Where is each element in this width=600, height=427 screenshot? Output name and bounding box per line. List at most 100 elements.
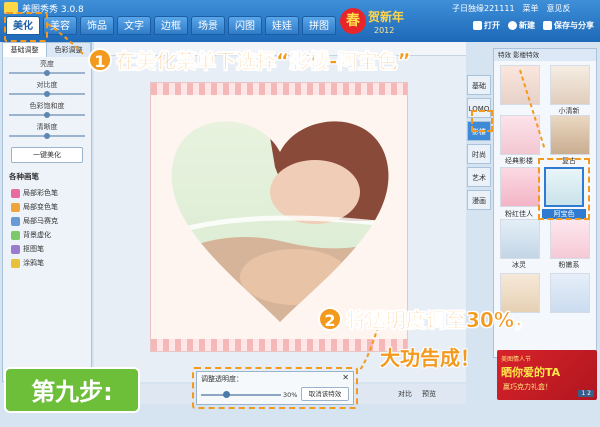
tab-accessory[interactable]: 饰品 [80, 16, 114, 35]
promo-pager[interactable]: 1 2 [578, 390, 594, 397]
compare-button[interactable]: 对比 [398, 389, 412, 399]
contrast-knob[interactable] [44, 91, 50, 97]
blur-icon [11, 230, 20, 240]
saturation-label: 色彩饱和度 [29, 102, 65, 110]
brush-local-color[interactable]: 局部彩色笔 [3, 186, 91, 200]
saturation-slider[interactable] [9, 112, 85, 118]
lace-bottom [151, 339, 407, 351]
saturation-knob[interactable] [44, 112, 50, 118]
left-tabs: 基础调整 色彩调整 [3, 43, 91, 57]
save-icon [543, 21, 552, 30]
brightness-slider[interactable] [9, 70, 85, 76]
brush-local-recolor[interactable]: 局部变色笔 [3, 200, 91, 214]
recolor-brush-icon [11, 202, 20, 212]
plus-icon [508, 21, 517, 30]
effect-label-classic: 经典影楼 [505, 157, 533, 165]
open-button[interactable]: 打开 [473, 20, 500, 31]
brush-cutout[interactable]: 抠图笔 [3, 242, 91, 256]
spring-text: 贺新年 [368, 10, 405, 24]
promo-banner[interactable]: 美图情人节 晒你爱的TA 赢巧克力礼盒！ 1 2 [497, 350, 597, 400]
tab-scene[interactable]: 场景 [191, 16, 225, 35]
effect-thumb-pink[interactable] [500, 167, 540, 207]
spring-badge: 春 [340, 8, 366, 34]
effect-thumb-2[interactable] [550, 65, 590, 105]
mosaic-icon [11, 216, 20, 226]
heart-photo [171, 121, 389, 323]
folder-icon [473, 21, 482, 30]
effect-thumb-retro[interactable] [550, 115, 590, 155]
effect-label-ice: 冰灵 [512, 261, 526, 269]
brush-mosaic[interactable]: 局部马赛克 [3, 214, 91, 228]
tab-flash[interactable]: 闪图 [228, 16, 262, 35]
brightness-knob[interactable] [44, 70, 50, 76]
brush-section-title: 各种画笔 [9, 172, 39, 181]
username[interactable]: 子日独缘221111 [452, 3, 515, 14]
title-bar: 美图秀秀 3.0.8 美化 美容 饰品 文字 边框 场景 闪图 娃娃 拼图 春 … [0, 0, 600, 42]
doodle-icon [11, 258, 20, 268]
tab-doll[interactable]: 娃娃 [265, 16, 299, 35]
sharpness-slider[interactable] [9, 133, 85, 139]
menu-tabs: 美化 美容 饰品 文字 边框 场景 闪图 娃娃 拼图 [6, 16, 336, 35]
annotation-step2: 2 将透明度调至30%， [318, 304, 534, 333]
preview-button[interactable]: 预览 [422, 389, 436, 399]
effect-categories: 基础 LOMO 影楼 时尚 艺术 漫画 [467, 75, 491, 213]
feedback-button[interactable]: 意见反 [547, 3, 571, 14]
spring-banner: 春 贺新年 2012 [340, 4, 420, 38]
promo-line3: 赢巧克力礼盒！ [503, 383, 552, 391]
cat-art[interactable]: 艺术 [467, 167, 491, 187]
cat-basic[interactable]: 基础 [467, 75, 491, 95]
effect-thumb-9[interactable] [550, 273, 590, 313]
effects-header: 特效 影楼特效 [494, 49, 596, 61]
top-actions: 打开 新建 保存与分享 [473, 20, 594, 31]
tab-color-adjust[interactable]: 色彩调整 [47, 43, 91, 57]
effect-label-pink: 粉红佳人 [505, 210, 533, 218]
abao-effect-highlight [538, 158, 590, 220]
tab-basic-adjust[interactable]: 基础调整 [3, 43, 47, 57]
sharpness-knob[interactable] [44, 133, 50, 139]
cutout-icon [11, 244, 20, 254]
lace-top [151, 83, 407, 95]
promo-line1: 美图情人节 [501, 356, 532, 363]
tab-border[interactable]: 边框 [154, 16, 188, 35]
cat-comic[interactable]: 漫画 [467, 190, 491, 210]
sharpness-control: 清晰度 [3, 120, 91, 141]
brush-doodle[interactable]: 涂鸦笔 [3, 256, 91, 270]
tab-face[interactable]: 美容 [43, 16, 77, 35]
view-controls: 对比 预览 [398, 389, 436, 399]
tab-collage[interactable]: 拼图 [302, 16, 336, 35]
step1-number: 1 [88, 47, 112, 72]
effect-thumb-ice[interactable] [500, 219, 540, 259]
opacity-dialog-highlight [192, 367, 358, 409]
effect-thumb-tender[interactable] [550, 219, 590, 259]
color-brush-icon [11, 188, 20, 198]
brightness-control: 亮度 [3, 57, 91, 78]
contrast-slider[interactable] [9, 91, 85, 97]
step2-done-text: 大功告成！ [380, 346, 480, 370]
save-share-button[interactable]: 保存与分享 [543, 20, 594, 31]
brightness-label: 亮度 [40, 60, 54, 68]
beautify-tab-highlight [4, 12, 48, 42]
menu-button[interactable]: 菜单 [523, 3, 539, 14]
cat-fashion[interactable]: 时尚 [467, 144, 491, 164]
step2-number: 2 [318, 306, 342, 331]
annotation-step1: 1 在美化菜单下选择“影楼-阿宝色” [88, 45, 411, 74]
step-badge: 第九步: [4, 367, 140, 413]
spring-year: 2012 [374, 26, 395, 35]
new-button[interactable]: 新建 [508, 20, 535, 31]
studio-category-highlight [471, 110, 493, 132]
user-bar: 子日独缘221111 菜单 意见反 [452, 3, 571, 14]
effect-thumb-1[interactable] [500, 65, 540, 105]
contrast-label: 对比度 [36, 81, 58, 89]
sharpness-label: 清晰度 [36, 123, 58, 131]
step2-text: 将透明度调至30%， [346, 308, 534, 333]
tab-text[interactable]: 文字 [117, 16, 151, 35]
brush-background-blur[interactable]: 背景虚化 [3, 228, 91, 242]
step1-text: 在美化菜单下选择“影楼-阿宝色” [116, 49, 411, 74]
contrast-control: 对比度 [3, 78, 91, 99]
effect-label-tender: 粉嫩系 [558, 261, 580, 269]
left-panel: 基础调整 色彩调整 亮度 对比度 色彩饱和度 清晰度 一键美化 各种画笔 局部彩… [2, 42, 92, 382]
saturation-control: 色彩饱和度 [3, 99, 91, 120]
effect-thumb-classic[interactable] [500, 115, 540, 155]
promo-line2: 晒你爱的TA [501, 366, 561, 379]
one-key-beautify-button[interactable]: 一键美化 [11, 147, 83, 163]
